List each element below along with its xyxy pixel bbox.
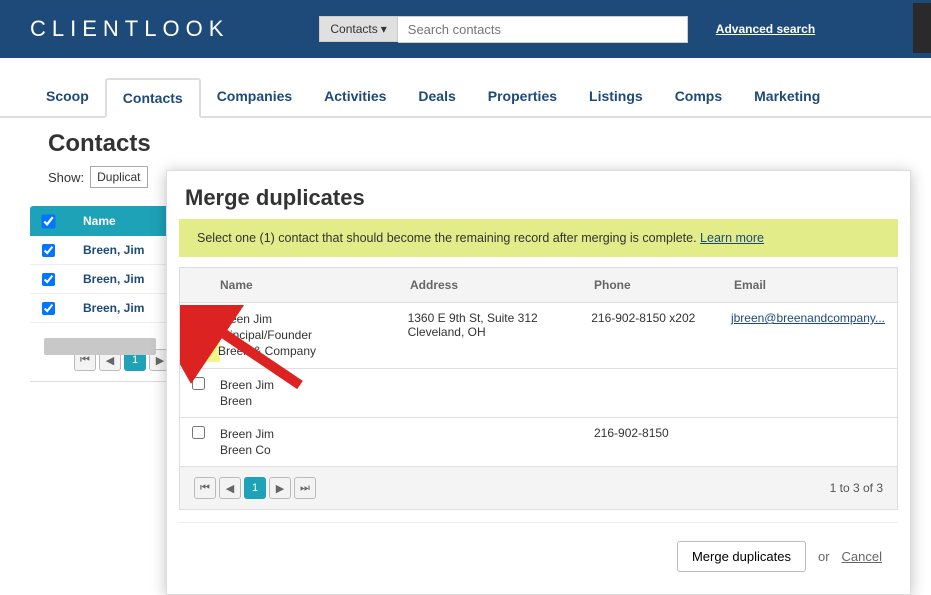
row-checkbox[interactable] <box>42 244 55 257</box>
contact-name-link[interactable]: Breen, Jim <box>83 243 144 257</box>
dialog-table: Name Address Phone Email Breen Jim Princ… <box>179 267 898 510</box>
tab-scoop[interactable]: Scoop <box>30 78 105 116</box>
pager-page-1[interactable]: 1 <box>244 477 266 499</box>
logo-part1: CLIENT <box>30 16 144 41</box>
row-phone-cell: 216-902-8150 x202 <box>591 311 731 360</box>
row-address-cell: 1360 E 9th St, Suite 312 Cleveland, OH <box>408 311 592 360</box>
learn-more-link[interactable]: Learn more <box>700 231 764 245</box>
row-phone-cell: 216-902-8150 <box>594 426 734 458</box>
row-select-checkbox[interactable] <box>192 426 205 439</box>
select-all-checkbox[interactable] <box>41 214 55 228</box>
dialog-title: Merge duplicates <box>167 171 910 213</box>
pager-next-icon[interactable]: ▶ <box>269 477 291 499</box>
merge-duplicates-button[interactable]: Merge duplicates <box>677 541 806 572</box>
search-area: Contacts ▾ <box>319 16 687 43</box>
table-row[interactable]: Breen Jim Breen <box>180 368 897 417</box>
email-link[interactable]: jbreen@breenandcompany... <box>731 311 885 325</box>
app-logo: CLIENTLOOK <box>30 16 229 42</box>
col-phone: Phone <box>594 278 734 292</box>
logo-part2: LOOK <box>144 16 229 41</box>
search-input[interactable] <box>398 16 688 43</box>
merge-duplicates-dialog: Merge duplicates Select one (1) contact … <box>166 170 911 595</box>
advanced-search-link[interactable]: Advanced search <box>716 22 815 36</box>
or-text: or <box>818 549 830 564</box>
page-title: Contacts <box>48 130 931 158</box>
contact-name-link[interactable]: Breen, Jim <box>83 301 144 315</box>
col-name: Name <box>220 278 410 292</box>
search-scope-label: Contacts <box>330 22 377 36</box>
col-address: Address <box>410 278 594 292</box>
row-select-checkbox[interactable] <box>194 311 207 324</box>
dialog-table-header: Name Address Phone Email <box>180 268 897 302</box>
tab-contacts[interactable]: Contacts <box>105 78 201 118</box>
tab-properties[interactable]: Properties <box>472 78 573 116</box>
col-name-header: Name <box>83 214 116 228</box>
pager-first-icon[interactable]: ⏮ <box>194 477 216 499</box>
pager-range-text: 1 to 3 of 3 <box>830 481 883 495</box>
col-email: Email <box>734 278 885 292</box>
pager-prev-icon[interactable]: ◀ <box>219 477 241 499</box>
filter-select[interactable]: Duplicat <box>90 166 147 188</box>
table-row[interactable]: Breen Jim Breen Co 216-902-8150 <box>180 417 897 466</box>
dialog-instruction-banner: Select one (1) contact that should becom… <box>179 219 898 257</box>
dialog-instruction-text: Select one (1) contact that should becom… <box>197 231 700 245</box>
tab-comps[interactable]: Comps <box>659 78 738 116</box>
main-tabs: Scoop Contacts Companies Activities Deal… <box>0 58 931 118</box>
row-checkbox[interactable] <box>42 302 55 315</box>
table-row[interactable]: Breen Jim Principal/Founder Breen & Comp… <box>180 302 897 368</box>
row-name-cell: Breen Jim Breen Co <box>220 426 410 458</box>
row-email-cell: jbreen@breenandcompany... <box>731 311 885 360</box>
tab-marketing[interactable]: Marketing <box>738 78 836 116</box>
dialog-pager-row: ⏮ ◀ 1 ▶ ⏭ 1 to 3 of 3 <box>180 466 897 509</box>
dialog-pager: ⏮ ◀ 1 ▶ ⏭ <box>194 477 316 499</box>
tab-listings[interactable]: Listings <box>573 78 659 116</box>
filter-label: Show: <box>48 170 84 185</box>
row-checkbox[interactable] <box>42 273 55 286</box>
row-select-checkbox[interactable] <box>192 377 205 390</box>
tab-deals[interactable]: Deals <box>402 78 471 116</box>
cancel-link[interactable]: Cancel <box>842 549 882 564</box>
dialog-footer: Merge duplicates or Cancel <box>179 522 898 590</box>
tab-activities[interactable]: Activities <box>308 78 402 116</box>
avatar[interactable] <box>913 3 931 53</box>
row-name-cell: Breen Jim Breen <box>220 377 410 409</box>
caret-down-icon: ▾ <box>381 22 387 36</box>
search-scope-selector[interactable]: Contacts ▾ <box>319 16 397 42</box>
row-name-cell: Breen Jim Principal/Founder Breen & Comp… <box>218 311 408 360</box>
horizontal-scrollbar-thumb[interactable] <box>44 338 156 355</box>
tab-companies[interactable]: Companies <box>201 78 308 116</box>
top-bar: CLIENTLOOK Contacts ▾ Advanced search <box>0 0 931 58</box>
pager-last-icon[interactable]: ⏭ <box>294 477 316 499</box>
contact-name-link[interactable]: Breen, Jim <box>83 272 144 286</box>
